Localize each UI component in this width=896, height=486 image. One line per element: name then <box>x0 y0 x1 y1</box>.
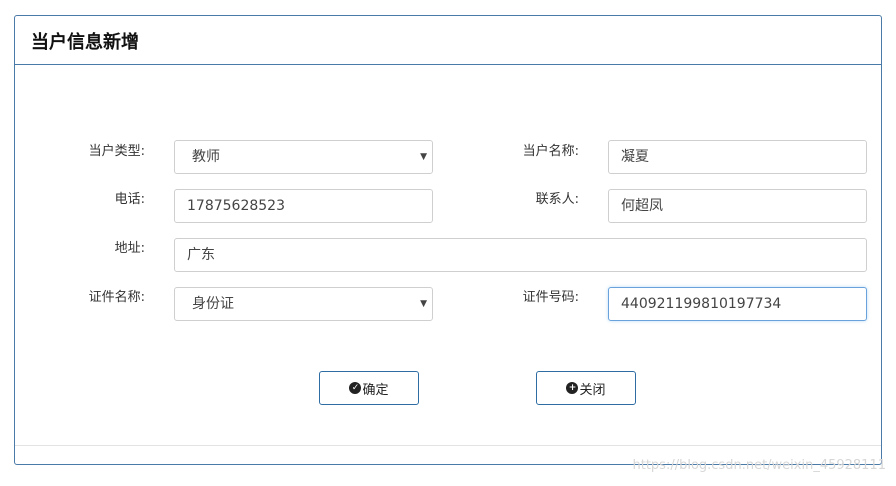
user-type-value: 教师 <box>192 149 220 165</box>
caret-down-icon: ▼ <box>420 299 427 309</box>
id-number-value: 440921199810197734 <box>621 296 782 312</box>
close-button[interactable]: + 关闭 <box>536 371 636 405</box>
user-type-label: 当户类型: <box>88 144 145 159</box>
address-value: 广东 <box>187 247 215 263</box>
user-name-input[interactable]: 凝夏 <box>608 140 867 174</box>
address-input[interactable]: 广东 <box>174 238 867 272</box>
close-label: 关闭 <box>579 382 606 398</box>
contact-label: 联系人: <box>535 192 579 207</box>
phone-input[interactable]: 17875628523 <box>174 189 433 223</box>
user-type-select[interactable]: 教师 ▼ <box>174 140 433 174</box>
contact-value: 何超凤 <box>621 198 663 214</box>
contact-input[interactable]: 何超凤 <box>608 189 867 223</box>
dialog-header: 当户信息新增 <box>15 16 881 65</box>
plus-circle-icon: + <box>566 382 579 394</box>
phone-label: 电话: <box>114 192 145 207</box>
check-circle-icon: ✓ <box>349 382 362 394</box>
user-name-label: 当户名称: <box>522 144 579 159</box>
id-number-label: 证件号码: <box>522 290 579 305</box>
confirm-button[interactable]: ✓ 确定 <box>319 371 419 405</box>
confirm-label: 确定 <box>362 382 389 398</box>
id-type-select[interactable]: 身份证 ▼ <box>174 287 433 321</box>
watermark: https://blog.csdn.net/weixin_45928111 <box>632 458 886 473</box>
address-label: 地址: <box>114 241 145 256</box>
user-name-value: 凝夏 <box>621 149 649 165</box>
id-number-input[interactable]: 440921199810197734 <box>608 287 867 321</box>
caret-down-icon: ▼ <box>420 152 427 162</box>
id-type-value: 身份证 <box>192 296 234 312</box>
phone-value: 17875628523 <box>187 198 285 214</box>
user-add-dialog: 当户信息新增 当户类型: 教师 ▼ 当户名称: 凝夏 电话: 178756285… <box>14 15 882 465</box>
dialog-title: 当户信息新增 <box>31 32 139 53</box>
id-type-label: 证件名称: <box>88 290 145 305</box>
